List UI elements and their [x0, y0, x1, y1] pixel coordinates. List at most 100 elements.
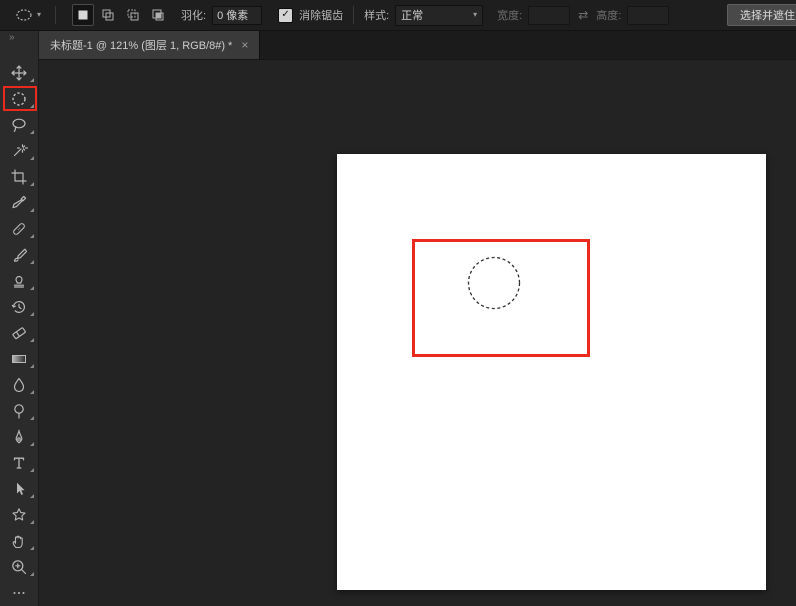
flyout-triangle-icon	[30, 390, 34, 394]
add-to-selection-icon	[102, 9, 114, 21]
add-to-selection-button[interactable]	[97, 4, 119, 26]
blur-tool[interactable]	[0, 372, 38, 398]
flyout-triangle-icon	[30, 260, 34, 264]
quick-selection-tool[interactable]	[0, 138, 38, 164]
flyout-triangle-icon	[30, 494, 34, 498]
flyout-triangle-icon	[30, 182, 34, 186]
options-bar: ▾ 羽化: ✓ 消除锯齿 样式:	[0, 0, 796, 31]
check-icon: ✓	[281, 9, 290, 20]
style-value: 正常	[401, 10, 424, 22]
tool-preset-picker[interactable]: ▾	[10, 6, 45, 24]
separator	[353, 6, 355, 24]
hand-tool[interactable]	[0, 528, 38, 554]
pen-tool[interactable]	[0, 424, 38, 450]
eraser-tool[interactable]	[0, 320, 38, 346]
custom-shape-tool-icon	[12, 508, 26, 521]
pasteboard	[39, 60, 796, 606]
flyout-triangle-icon	[30, 520, 34, 524]
document-tab[interactable]: 未标题-1 @ 121% (图层 1, RGB/8#) * ×	[39, 31, 261, 59]
eraser-tool-icon	[12, 327, 26, 340]
height-label: 高度:	[596, 10, 622, 22]
style-dropdown[interactable]: 正常 ▾	[395, 4, 484, 26]
eyedropper-tool[interactable]	[0, 190, 38, 216]
feather-label: 羽化:	[181, 10, 207, 22]
feather-input[interactable]	[212, 5, 263, 25]
flyout-triangle-icon	[30, 286, 34, 290]
brush-tool[interactable]	[0, 242, 38, 268]
selection-mode-group	[72, 4, 169, 26]
ellipsis-icon	[13, 592, 25, 594]
separator	[55, 6, 57, 24]
toolbar: »	[0, 31, 39, 606]
healing-brush-tool[interactable]	[0, 216, 38, 242]
crop-tool-icon	[11, 169, 27, 185]
eyedropper-tool-icon	[12, 195, 27, 209]
brush-tool-icon	[13, 248, 28, 262]
path-selection-tool[interactable]	[0, 476, 38, 502]
dodge-tool-icon	[14, 404, 24, 419]
move-tool[interactable]	[0, 60, 38, 86]
height-input[interactable]	[627, 5, 670, 25]
select-and-mask-button[interactable]: 选择并遮住	[727, 4, 796, 26]
lasso-tool-icon	[12, 118, 26, 132]
clone-stamp-tool[interactable]	[0, 268, 38, 294]
document-tab-bar: 未标题-1 @ 121% (图层 1, RGB/8#) * ×	[39, 31, 796, 60]
gradient-tool-icon	[12, 355, 26, 363]
new-selection-button[interactable]	[72, 4, 95, 26]
close-tab-icon[interactable]: ×	[241, 39, 248, 51]
width-label: 宽度:	[497, 10, 523, 22]
dodge-tool[interactable]	[0, 398, 38, 424]
flyout-triangle-icon	[30, 468, 34, 472]
pen-tool-icon	[15, 429, 23, 444]
flyout-triangle-icon	[30, 546, 34, 550]
style-label: 样式:	[364, 10, 390, 22]
chevron-down-icon: ▾	[473, 10, 478, 19]
antialias-checkbox[interactable]: ✓	[278, 7, 294, 23]
document-area: 未标题-1 @ 121% (图层 1, RGB/8#) * ×	[39, 31, 796, 606]
flyout-triangle-icon	[30, 208, 34, 212]
elliptical-marquee-tool-icon	[12, 92, 26, 106]
flyout-triangle-icon	[30, 442, 34, 446]
width-input[interactable]	[528, 5, 571, 25]
history-brush-tool[interactable]	[0, 294, 38, 320]
quick-selection-tool-icon	[13, 144, 28, 157]
toolbar-collapse-chevron[interactable]: »	[0, 31, 38, 45]
elliptical-selection-marching-ants	[467, 256, 521, 310]
swap-dimensions-icon[interactable]: ⇄	[578, 8, 588, 22]
flyout-triangle-icon	[30, 130, 34, 134]
type-tool-icon	[13, 457, 25, 469]
flyout-triangle-icon	[30, 338, 34, 342]
history-brush-tool-icon	[11, 301, 25, 313]
workspace: » 未标题-1 @ 121% (图层 1, RGB/8#) * ×	[0, 31, 796, 606]
elliptical-marquee-tool[interactable]	[0, 86, 38, 112]
hand-tool-icon	[12, 535, 23, 549]
flyout-triangle-icon	[30, 156, 34, 160]
zoom-tool-icon	[12, 560, 27, 575]
edit-toolbar[interactable]	[0, 580, 38, 606]
document-tab-title: 未标题-1 @ 121% (图层 1, RGB/8#) *	[50, 40, 233, 52]
blur-tool-icon	[13, 377, 25, 393]
intersect-selection-icon	[152, 9, 164, 21]
zoom-tool[interactable]	[0, 554, 38, 580]
subtract-from-selection-icon	[127, 9, 139, 21]
flyout-triangle-icon	[30, 416, 34, 420]
flyout-triangle-icon	[30, 104, 34, 108]
gradient-tool[interactable]	[0, 346, 38, 372]
type-tool[interactable]	[0, 450, 38, 476]
custom-shape-tool[interactable]	[0, 502, 38, 528]
flyout-triangle-icon	[30, 78, 34, 82]
antialias-label: 消除锯齿	[299, 10, 344, 22]
intersect-selection-button[interactable]	[147, 4, 169, 26]
flyout-triangle-icon	[30, 364, 34, 368]
clone-stamp-tool-icon	[13, 275, 25, 288]
elliptical-marquee-preset-icon	[16, 9, 32, 21]
canvas[interactable]	[337, 154, 766, 590]
lasso-tool[interactable]	[0, 112, 38, 138]
subtract-from-selection-button[interactable]	[122, 4, 144, 26]
crop-tool[interactable]	[0, 164, 38, 190]
tool-list	[0, 60, 38, 606]
flyout-triangle-icon	[30, 312, 34, 316]
chevron-down-icon: ▾	[37, 10, 42, 19]
path-selection-tool-icon	[17, 482, 25, 495]
move-tool-icon	[11, 65, 27, 81]
